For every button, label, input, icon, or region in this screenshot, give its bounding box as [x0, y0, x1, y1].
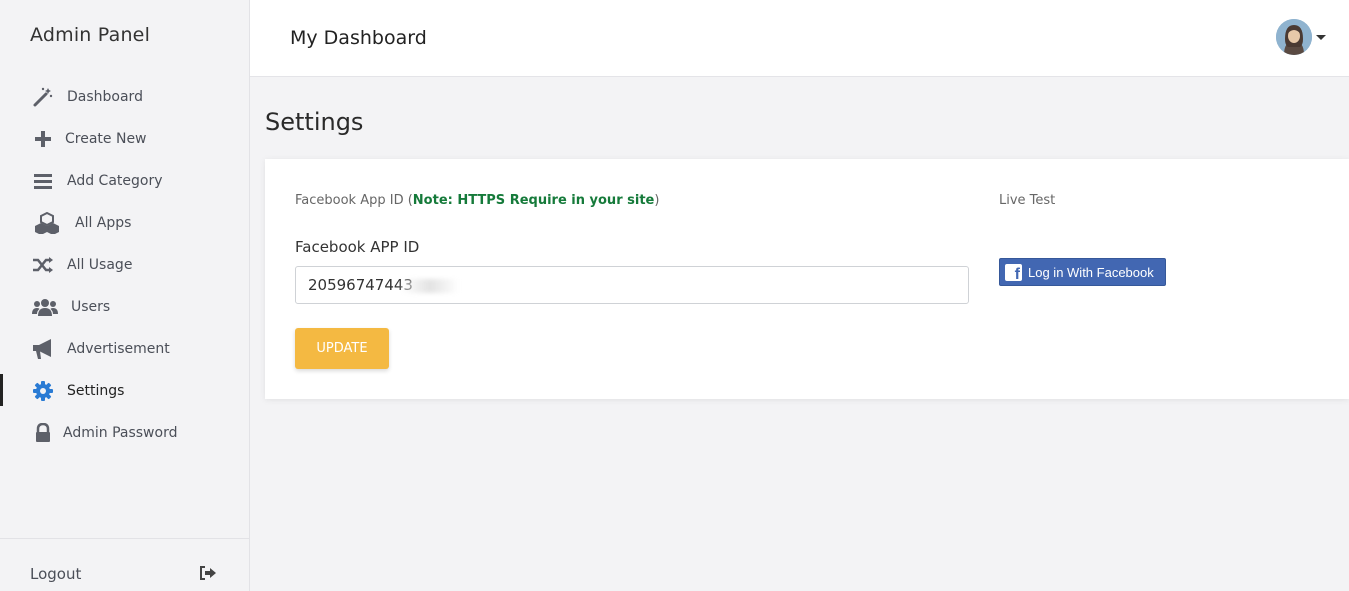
sidebar-item-all-usage[interactable]: All Usage	[0, 244, 249, 286]
facebook-app-id-caption: Facebook App ID (Note: HTTPS Require in …	[295, 193, 659, 208]
sidebar-item-label: Create New	[65, 131, 147, 147]
sidebar-item-label: Dashboard	[67, 89, 143, 105]
update-button[interactable]: UPDATE	[295, 328, 389, 369]
header-title: My Dashboard	[290, 27, 427, 49]
caption-prefix: Facebook App ID (	[295, 193, 413, 208]
facebook-app-id-label: Facebook APP ID	[295, 238, 420, 256]
page-title: Settings	[265, 108, 364, 136]
sidebar-item-dashboard[interactable]: Dashboard	[0, 76, 249, 118]
facebook-login-label: Log in With Facebook	[1028, 264, 1154, 280]
logout-bar[interactable]: Logout	[0, 538, 249, 591]
settings-card: Facebook App ID (Note: HTTPS Require in …	[265, 159, 1349, 399]
https-note: Note: HTTPS Require in your site	[412, 193, 655, 208]
top-header: My Dashboard	[250, 0, 1349, 77]
sidebar-item-advertisement[interactable]: Advertisement	[0, 328, 249, 370]
magic-wand-icon	[31, 85, 55, 109]
sidebar: Admin Panel Dashboard Create New Add Cat…	[0, 0, 250, 591]
sidebar-item-add-category[interactable]: Add Category	[0, 160, 249, 202]
lock-icon	[31, 421, 55, 445]
logout-label[interactable]: Logout	[30, 565, 81, 583]
gear-icon	[31, 379, 55, 403]
sidebar-item-admin-password[interactable]: Admin Password	[0, 412, 249, 454]
megaphone-icon	[31, 337, 55, 361]
user-avatar[interactable]	[1276, 19, 1312, 55]
cubes-icon	[31, 211, 63, 235]
sidebar-item-label: Add Category	[67, 173, 163, 189]
sidebar-nav: Dashboard Create New Add Category All Ap…	[0, 76, 249, 454]
list-icon	[31, 169, 55, 193]
sidebar-item-settings[interactable]: Settings	[0, 370, 249, 412]
sidebar-item-label: Advertisement	[67, 341, 170, 357]
shuffle-icon	[31, 253, 55, 277]
live-test-label: Live Test	[999, 193, 1056, 208]
sidebar-item-label: Users	[71, 299, 111, 315]
chevron-down-icon[interactable]	[1316, 35, 1326, 40]
sidebar-item-label: Settings	[67, 383, 125, 399]
sidebar-item-label: Admin Password	[63, 425, 178, 441]
facebook-app-id-input[interactable]	[295, 266, 969, 304]
plus-icon	[31, 127, 55, 151]
sidebar-item-users[interactable]: Users	[0, 286, 249, 328]
facebook-icon: f	[1005, 263, 1022, 283]
sidebar-item-create-new[interactable]: Create New	[0, 118, 249, 160]
redacted-blur	[401, 279, 459, 293]
users-icon	[31, 295, 59, 319]
sidebar-item-label: All Apps	[75, 215, 132, 231]
facebook-login-button[interactable]: f Log in With Facebook	[999, 258, 1166, 286]
sidebar-item-label: All Usage	[67, 257, 133, 273]
sign-out-icon[interactable]	[199, 565, 219, 583]
sidebar-item-all-apps[interactable]: All Apps	[0, 202, 249, 244]
caption-suffix: )	[654, 193, 660, 208]
brand-title: Admin Panel	[30, 24, 151, 46]
